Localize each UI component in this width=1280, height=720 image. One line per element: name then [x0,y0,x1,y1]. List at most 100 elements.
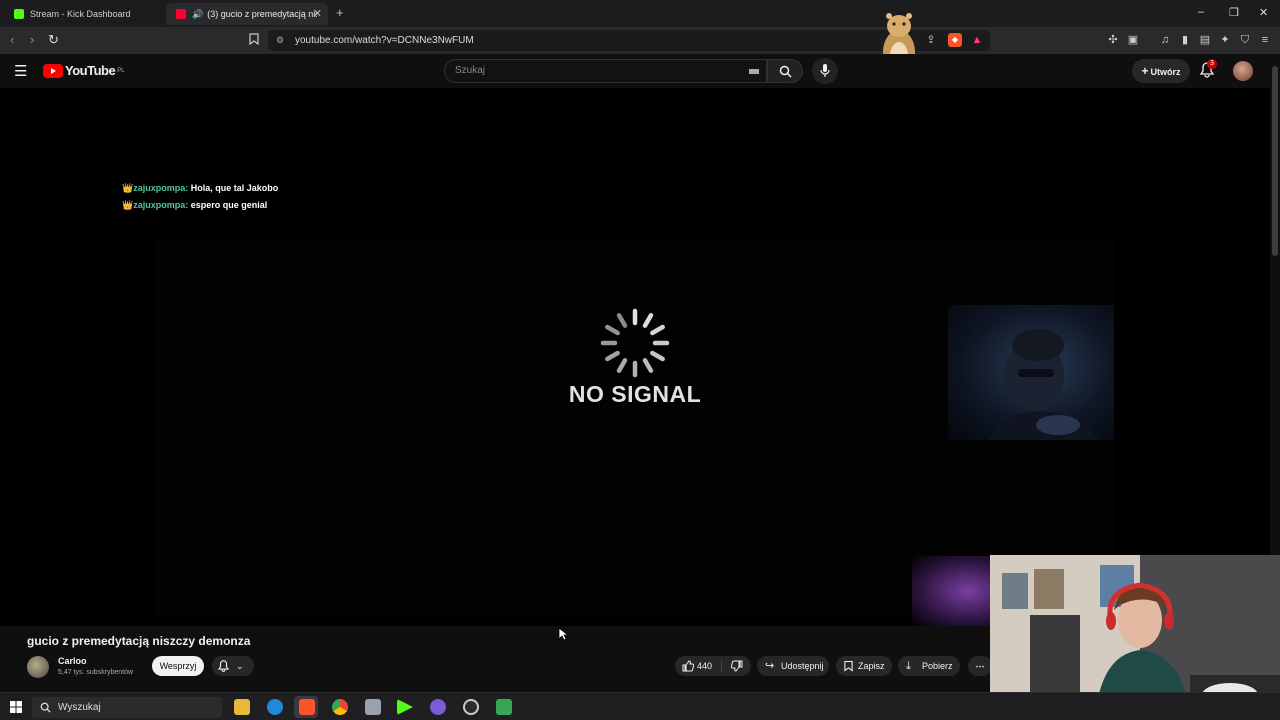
minimize-button[interactable]: – [1198,6,1204,18]
divider [721,660,722,672]
tab-label: (3) gucio z premedytacją niszc [207,9,318,19]
search-icon [40,702,51,713]
save-button[interactable]: Zapisz [836,656,892,676]
browser-tab-bar: Stream - Kick Dashboard 🔊 (3) gucio z pr… [0,0,1280,27]
like-dislike-group: 440 [675,656,751,676]
extensions-icon[interactable]: ✣ [1106,33,1120,47]
plus-icon: + [1141,64,1149,78]
sidebar-icon[interactable]: ▮ [1178,33,1192,47]
dislike-button[interactable] [723,656,751,676]
tab-label: Stream - Kick Dashboard [30,9,131,19]
notifications-button[interactable]: 3 [1199,59,1217,83]
play-app-icon[interactable] [397,699,413,715]
back-icon[interactable]: ‹ [10,32,14,47]
chat-message: 👑zajuxpompa: Hola, que tal Jakobo [122,183,278,194]
notification-bell-button[interactable]: ⌄ [212,656,254,676]
browser-toolbar: ‹ › ↻ ⚙ youtube.com/watch?v=DCNNe3NwFUM … [0,27,1280,54]
share-arrow-icon: ↪ [765,660,775,672]
scrollbar-thumb[interactable] [1272,66,1278,256]
wallet-icon[interactable]: ▤ [1198,33,1212,47]
share-button[interactable]: ↪ Udostępnij [757,656,829,676]
edge-browser-icon[interactable] [267,699,283,715]
search-placeholder: Szukaj [455,65,486,76]
bookmark-icon[interactable] [247,33,261,47]
microphone-icon [820,64,830,77]
kick-favicon-icon [14,9,24,19]
create-label: Utwórz [1150,67,1181,77]
tab-youtube-video[interactable]: 🔊 (3) gucio z premedytacją niszc ✕ [166,3,328,25]
streamlabs-icon[interactable] [496,699,512,715]
menu-icon[interactable]: ≡ [1258,33,1272,47]
more-dots-icon: ⋯ [975,661,985,671]
app-icon[interactable] [365,699,381,715]
tab-kick-dashboard[interactable]: Stream - Kick Dashboard [4,3,164,25]
chat-app-icon[interactable] [430,699,446,715]
vpn-icon[interactable]: ⛉ [1238,33,1252,47]
chat-message: 👑zajuxpompa: espero que genial [122,200,267,211]
close-tab-icon[interactable]: ✕ [313,7,322,20]
like-button[interactable]: 440 [675,656,719,676]
subscriber-count: 5,47 tys. subskrybentów [58,669,134,676]
windows-taskbar: Wyszukaj [0,692,1280,720]
keyboard-icon[interactable] [749,69,759,74]
close-window-button[interactable]: ✕ [1259,6,1268,19]
site-info-icon[interactable]: ⚙ [276,30,284,51]
region-code: PL [117,67,125,74]
search-button[interactable] [767,59,803,83]
youtube-logo[interactable]: YouTube PL [43,63,125,78]
youtube-favicon-icon [176,9,186,19]
url-text: youtube.com/watch?v=DCNNe3NwFUM [295,35,474,46]
taskbar-search-placeholder: Wyszukaj [58,702,101,713]
crown-icon: 👑 [122,183,134,193]
youtube-play-icon [43,63,63,78]
brave-rewards-icon[interactable]: ▲ [970,33,984,47]
new-tab-button[interactable]: + [336,5,344,20]
share-icon[interactable]: ⇪ [924,33,938,47]
reload-icon[interactable]: ↻ [48,32,59,48]
purple-glow [912,556,992,626]
voice-search-button[interactable] [812,58,838,84]
windows-start-icon[interactable] [10,701,22,713]
search-input[interactable]: Szukaj [444,59,767,83]
download-button[interactable]: ⤓ Pobierz [898,656,960,676]
audio-playing-icon: 🔊 [192,8,204,19]
bookmark-icon [844,660,853,672]
brave-browser-icon[interactable] [299,699,315,715]
chat-text: espero que genial [190,200,268,210]
loading-spinner-icon [600,308,670,378]
chat-text: Hola, que tal Jakobo [190,183,279,193]
mouse-cursor-icon [558,627,568,641]
avatar[interactable] [1233,61,1253,81]
leo-ai-icon[interactable]: ✦ [1218,33,1232,47]
hamburger-menu-icon[interactable]: ☰ [14,62,27,80]
download-label: Pobierz [922,661,953,671]
save-label: Zapisz [858,661,885,671]
brave-shields-icon[interactable]: ◆ [948,33,962,47]
share-label: Udostępnij [781,661,824,671]
channel-name[interactable]: Carloo [58,656,87,666]
notification-badge: 3 [1207,59,1217,69]
restore-button[interactable]: ❐ [1229,6,1239,19]
video-title: gucio z premedytacją niszczy demonza [27,634,251,648]
chrome-browser-icon[interactable] [332,699,348,715]
download-icon: ⤓ [906,660,911,672]
chevron-down-icon: ⌄ [236,661,244,671]
file-explorer-icon[interactable] [234,699,250,715]
crown-icon: 👑 [122,200,134,210]
obs-icon[interactable] [463,699,479,715]
webcam-overlay-streamer [948,305,1114,440]
chat-username: zajuxpompa: [133,200,189,210]
forward-icon[interactable]: › [30,32,34,47]
bell-icon [218,660,229,672]
more-actions-button[interactable]: ⋯ [968,656,992,676]
support-button[interactable]: Wesprzyj [152,656,204,676]
channel-avatar[interactable] [27,656,49,678]
thumbs-up-icon [682,660,694,672]
youtube-logo-text: YouTube [65,63,116,78]
thumbs-down-icon [731,660,743,672]
taskbar-search-input[interactable]: Wyszukaj [32,697,222,718]
media-icon[interactable]: ♫ [1158,33,1172,47]
youtube-header: ☰ YouTube PL Szukaj + Utwórz 3 [0,54,1270,88]
create-button[interactable]: + Utwórz [1132,59,1190,83]
screenshot-icon[interactable]: ▣ [1126,33,1140,47]
